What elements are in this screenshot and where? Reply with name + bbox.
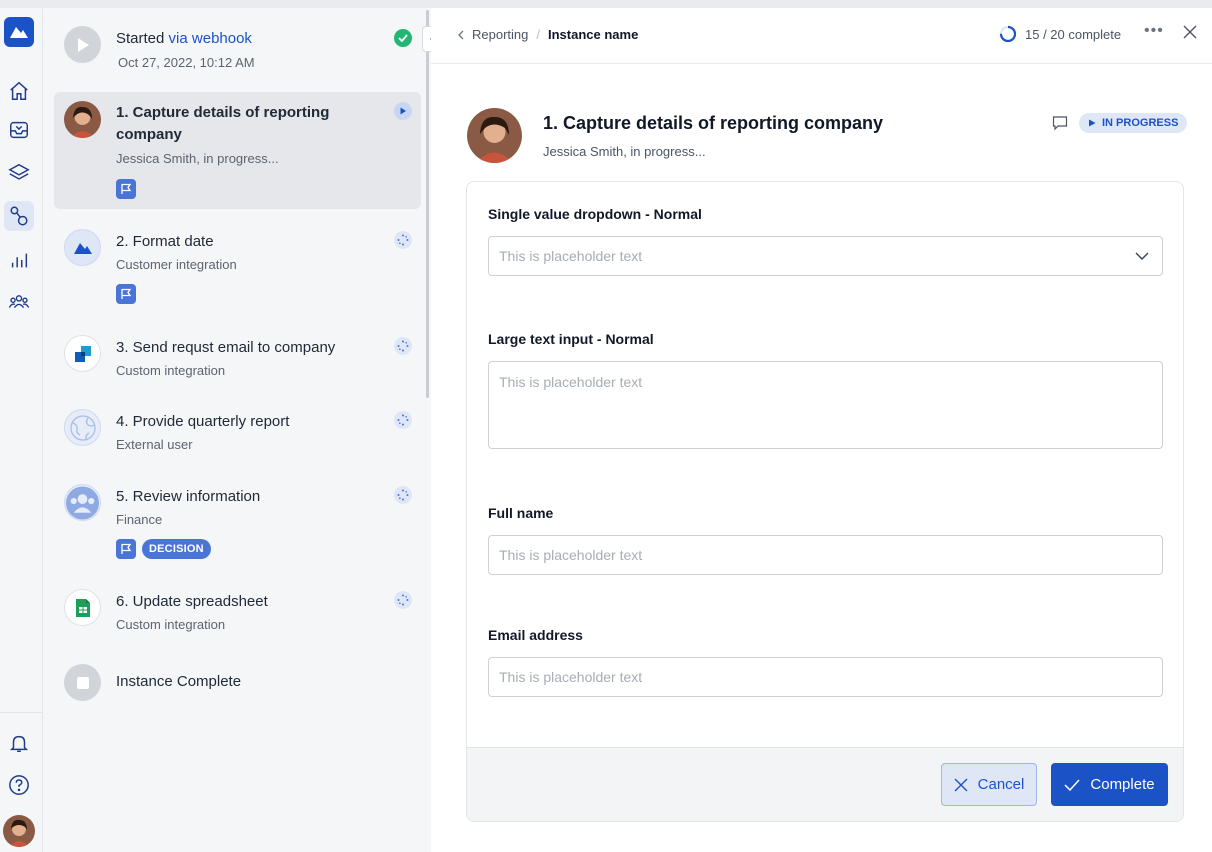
bell-icon[interactable]	[4, 728, 34, 758]
step-item-4-title: 4. Provide quarterly report	[116, 413, 290, 430]
email-field[interactable]: This is placeholder text	[488, 657, 1163, 697]
full-name-field[interactable]: This is placeholder text	[488, 535, 1163, 575]
inbox-icon[interactable]	[4, 115, 34, 145]
home-icon[interactable]	[4, 76, 34, 106]
close-icon	[954, 778, 968, 791]
step-item-5-title: 5. Review information	[116, 488, 261, 505]
workflows-icon[interactable]	[4, 201, 34, 231]
nav-rail	[0, 8, 43, 852]
full-name-label: Full name	[488, 505, 554, 521]
step-item-2-title: 2. Format date	[116, 233, 214, 250]
layers-icon[interactable]	[4, 158, 34, 188]
cancel-button-label: Cancel	[977, 776, 1025, 793]
chevron-left-icon[interactable]	[458, 30, 464, 40]
step-instance-complete[interactable]: Instance Complete	[54, 660, 421, 710]
dropdown-label: Single value dropdown - Normal	[488, 206, 702, 222]
progress-indicator: 15 / 20 complete	[999, 25, 1121, 43]
step-item-4[interactable]: 4. Provide quarterly report External use…	[54, 403, 421, 463]
step-started[interactable]: Started via webhook Oct 27, 2022, 10:12 …	[54, 22, 421, 78]
step-item-4-subtitle: External user	[116, 437, 193, 452]
step-item-1[interactable]: 1. Capture details of reporting company …	[54, 92, 421, 209]
play-icon	[1089, 119, 1096, 127]
analytics-icon[interactable]	[4, 245, 34, 275]
steps-scrollbar[interactable]	[426, 10, 429, 398]
flag-icon	[116, 179, 136, 199]
progress-text: 15 / 20 complete	[1025, 26, 1122, 42]
large-text-input[interactable]: This is placeholder text	[488, 361, 1163, 449]
flag-icon	[116, 539, 136, 559]
task-subtitle: Jessica Smith, in progress...	[543, 144, 706, 159]
integration-logo-icon	[64, 229, 101, 266]
step-item-5[interactable]: 5. Review information Finance DECISION	[54, 478, 421, 568]
step-item-2[interactable]: 2. Format date Customer integration	[54, 223, 421, 313]
pending-icon	[394, 411, 412, 429]
breadcrumb-current: Instance name	[548, 27, 639, 42]
integration-logo-icon	[64, 335, 101, 372]
play-icon	[64, 26, 101, 63]
task-avatar	[467, 108, 522, 163]
top-bar: Reporting / Instance name 15 / 20 comple…	[431, 8, 1212, 64]
step-item-6-subtitle: Custom integration	[116, 617, 226, 632]
task-form: Single value dropdown - Normal This is p…	[466, 181, 1184, 822]
complete-button[interactable]: Complete	[1051, 763, 1168, 806]
check-icon	[394, 29, 412, 47]
cancel-button[interactable]: Cancel	[941, 763, 1037, 806]
email-label: Email address	[488, 627, 583, 643]
single-value-dropdown[interactable]: This is placeholder text	[488, 236, 1163, 276]
comment-icon[interactable]	[1052, 115, 1068, 136]
pending-icon	[394, 337, 412, 355]
full-name-placeholder: This is placeholder text	[499, 547, 643, 563]
email-placeholder: This is placeholder text	[499, 669, 643, 685]
step-started-date: Oct 27, 2022, 10:12 AM	[118, 55, 255, 70]
breadcrumb-parent[interactable]: Reporting	[472, 27, 528, 42]
step-item-2-subtitle: Customer integration	[116, 257, 237, 272]
user-avatar[interactable]	[3, 815, 35, 847]
decision-badge: DECISION	[142, 539, 211, 559]
chevron-down-icon	[1135, 252, 1149, 260]
form-footer: Cancel Complete	[467, 747, 1183, 821]
status-badge-label: IN PROGRESS	[1102, 117, 1179, 129]
step-item-6[interactable]: 6. Update spreadsheet Custom integration	[54, 583, 421, 643]
step-item-3[interactable]: 3. Send requst email to company Custom i…	[54, 329, 421, 389]
avatar	[64, 101, 101, 138]
close-icon[interactable]	[1183, 25, 1197, 44]
large-text-label: Large text input - Normal	[488, 331, 654, 347]
flag-icon	[116, 284, 136, 304]
breadcrumb-separator: /	[536, 27, 540, 42]
app-window: Started via webhook Oct 27, 2022, 10:12 …	[0, 8, 1212, 852]
step-item-6-title: 6. Update spreadsheet	[116, 593, 268, 610]
dropdown-placeholder: This is placeholder text	[499, 248, 643, 264]
help-icon[interactable]	[4, 770, 34, 800]
breadcrumb: Reporting / Instance name	[458, 27, 638, 42]
rail-divider	[0, 712, 43, 713]
webhook-link[interactable]: via webhook	[169, 30, 252, 47]
globe-icon	[64, 409, 101, 446]
pending-icon	[394, 591, 412, 609]
progress-ring-icon	[999, 25, 1017, 43]
complete-button-label: Complete	[1090, 776, 1155, 793]
steps-panel: Started via webhook Oct 27, 2022, 10:12 …	[43, 8, 431, 852]
step-started-title: Started via webhook	[116, 30, 252, 47]
team-icon[interactable]	[4, 288, 34, 318]
pending-icon	[394, 486, 412, 504]
more-options-icon[interactable]: •••	[1144, 22, 1164, 40]
task-title: 1. Capture details of reporting company	[543, 113, 884, 133]
stop-icon	[64, 664, 101, 701]
main-panel: Reporting / Instance name 15 / 20 comple…	[431, 8, 1212, 852]
step-item-3-subtitle: Custom integration	[116, 363, 226, 378]
app-logo-icon[interactable]	[4, 17, 34, 47]
status-badge: IN PROGRESS	[1079, 113, 1188, 133]
pending-icon	[394, 231, 412, 249]
step-item-1-title: 1. Capture details of reporting company	[116, 104, 330, 143]
spreadsheet-icon	[64, 589, 101, 626]
group-icon	[64, 484, 101, 521]
in-progress-icon	[394, 102, 412, 120]
step-item-3-title: 3. Send requst email to company	[116, 339, 336, 356]
step-item-1-subtitle: Jessica Smith, in progress...	[116, 151, 279, 166]
check-icon	[1064, 778, 1080, 791]
step-complete-title: Instance Complete	[116, 673, 242, 690]
large-text-placeholder: This is placeholder text	[499, 374, 643, 390]
step-item-5-subtitle: Finance	[116, 512, 163, 527]
